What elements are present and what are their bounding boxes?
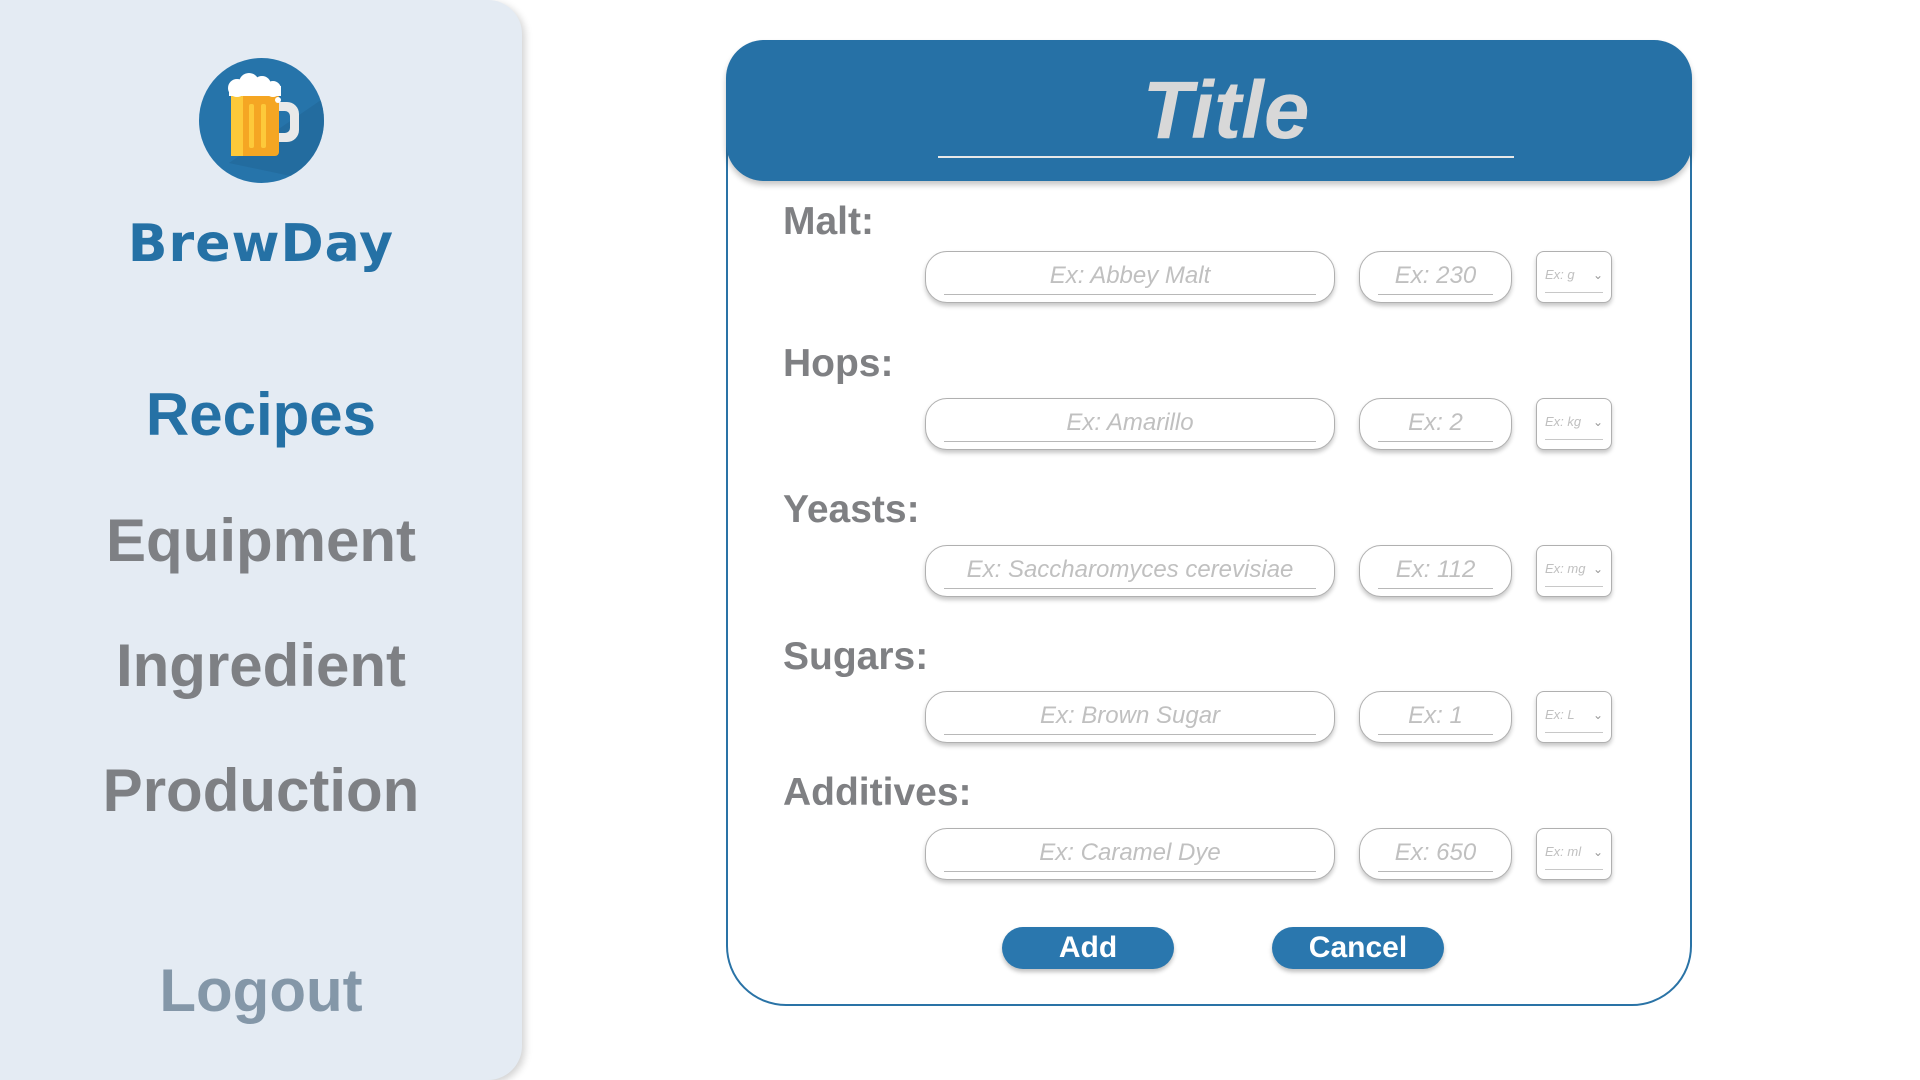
beer-mug-icon [199, 58, 324, 183]
nav-item-production[interactable]: Production [0, 756, 522, 825]
malt-name-field[interactable] [925, 251, 1335, 303]
sidebar: BrewDay Recipes Equipment Ingredient Pro… [0, 0, 522, 1080]
sugars-unit-select[interactable]: Ex: L ⌄ [1536, 691, 1612, 743]
additives-unit-select[interactable]: Ex: ml ⌄ [1536, 828, 1612, 880]
malt-unit-select[interactable]: Ex: g ⌄ [1536, 251, 1612, 303]
add-button[interactable]: Add [1002, 927, 1174, 969]
unit-underline [1545, 586, 1603, 587]
chevron-down-icon: ⌄ [1592, 268, 1603, 282]
section-label-hops: Hops: [783, 342, 894, 385]
unit-underline [1545, 869, 1603, 870]
yeasts-amount-input[interactable] [1378, 552, 1493, 589]
additives-name-input[interactable] [944, 835, 1316, 872]
nav-item-ingredient[interactable]: Ingredient [0, 631, 522, 700]
nav-item-equipment[interactable]: Equipment [0, 506, 522, 575]
unit-underline [1545, 732, 1603, 733]
sugars-amount-field[interactable] [1359, 691, 1512, 743]
section-label-yeasts: Yeasts: [783, 488, 920, 531]
section-label-sugars: Sugars: [783, 635, 929, 678]
hops-name-input[interactable] [944, 405, 1316, 442]
section-label-additives: Additives: [783, 771, 972, 814]
title-input[interactable] [938, 66, 1514, 158]
yeasts-name-input[interactable] [944, 552, 1316, 589]
unit-value: Ex: kg [1545, 414, 1582, 429]
additives-name-field[interactable] [925, 828, 1335, 880]
sugars-name-field[interactable] [925, 691, 1335, 743]
hops-unit-select[interactable]: Ex: kg ⌄ [1536, 398, 1612, 450]
malt-amount-field[interactable] [1359, 251, 1512, 303]
hops-amount-field[interactable] [1359, 398, 1512, 450]
unit-value: Ex: mg [1545, 561, 1586, 576]
unit-value: Ex: g [1545, 267, 1575, 282]
malt-amount-input[interactable] [1378, 258, 1493, 295]
chevron-down-icon: ⌄ [1592, 562, 1603, 576]
chevron-down-icon: ⌄ [1592, 708, 1603, 722]
app-name: BrewDay [127, 214, 395, 274]
malt-name-input[interactable] [944, 258, 1316, 295]
hops-amount-input[interactable] [1378, 405, 1493, 442]
unit-value: Ex: ml [1545, 844, 1582, 859]
yeasts-name-field[interactable] [925, 545, 1335, 597]
yeasts-unit-select[interactable]: Ex: mg ⌄ [1536, 545, 1612, 597]
hops-name-field[interactable] [925, 398, 1335, 450]
sugars-amount-input[interactable] [1378, 698, 1493, 735]
cancel-button[interactable]: Cancel [1272, 927, 1444, 969]
unit-underline [1545, 292, 1603, 293]
additives-amount-input[interactable] [1378, 835, 1493, 872]
yeasts-amount-field[interactable] [1359, 545, 1512, 597]
logout-button[interactable]: Logout [0, 956, 522, 1025]
chevron-down-icon: ⌄ [1592, 845, 1603, 859]
additives-amount-field[interactable] [1359, 828, 1512, 880]
nav-item-recipes[interactable]: Recipes [0, 380, 522, 449]
section-label-malt: Malt: [783, 200, 874, 243]
unit-value: Ex: L [1545, 707, 1575, 722]
sugars-name-input[interactable] [944, 698, 1316, 735]
chevron-down-icon: ⌄ [1592, 415, 1603, 429]
unit-underline [1545, 439, 1603, 440]
